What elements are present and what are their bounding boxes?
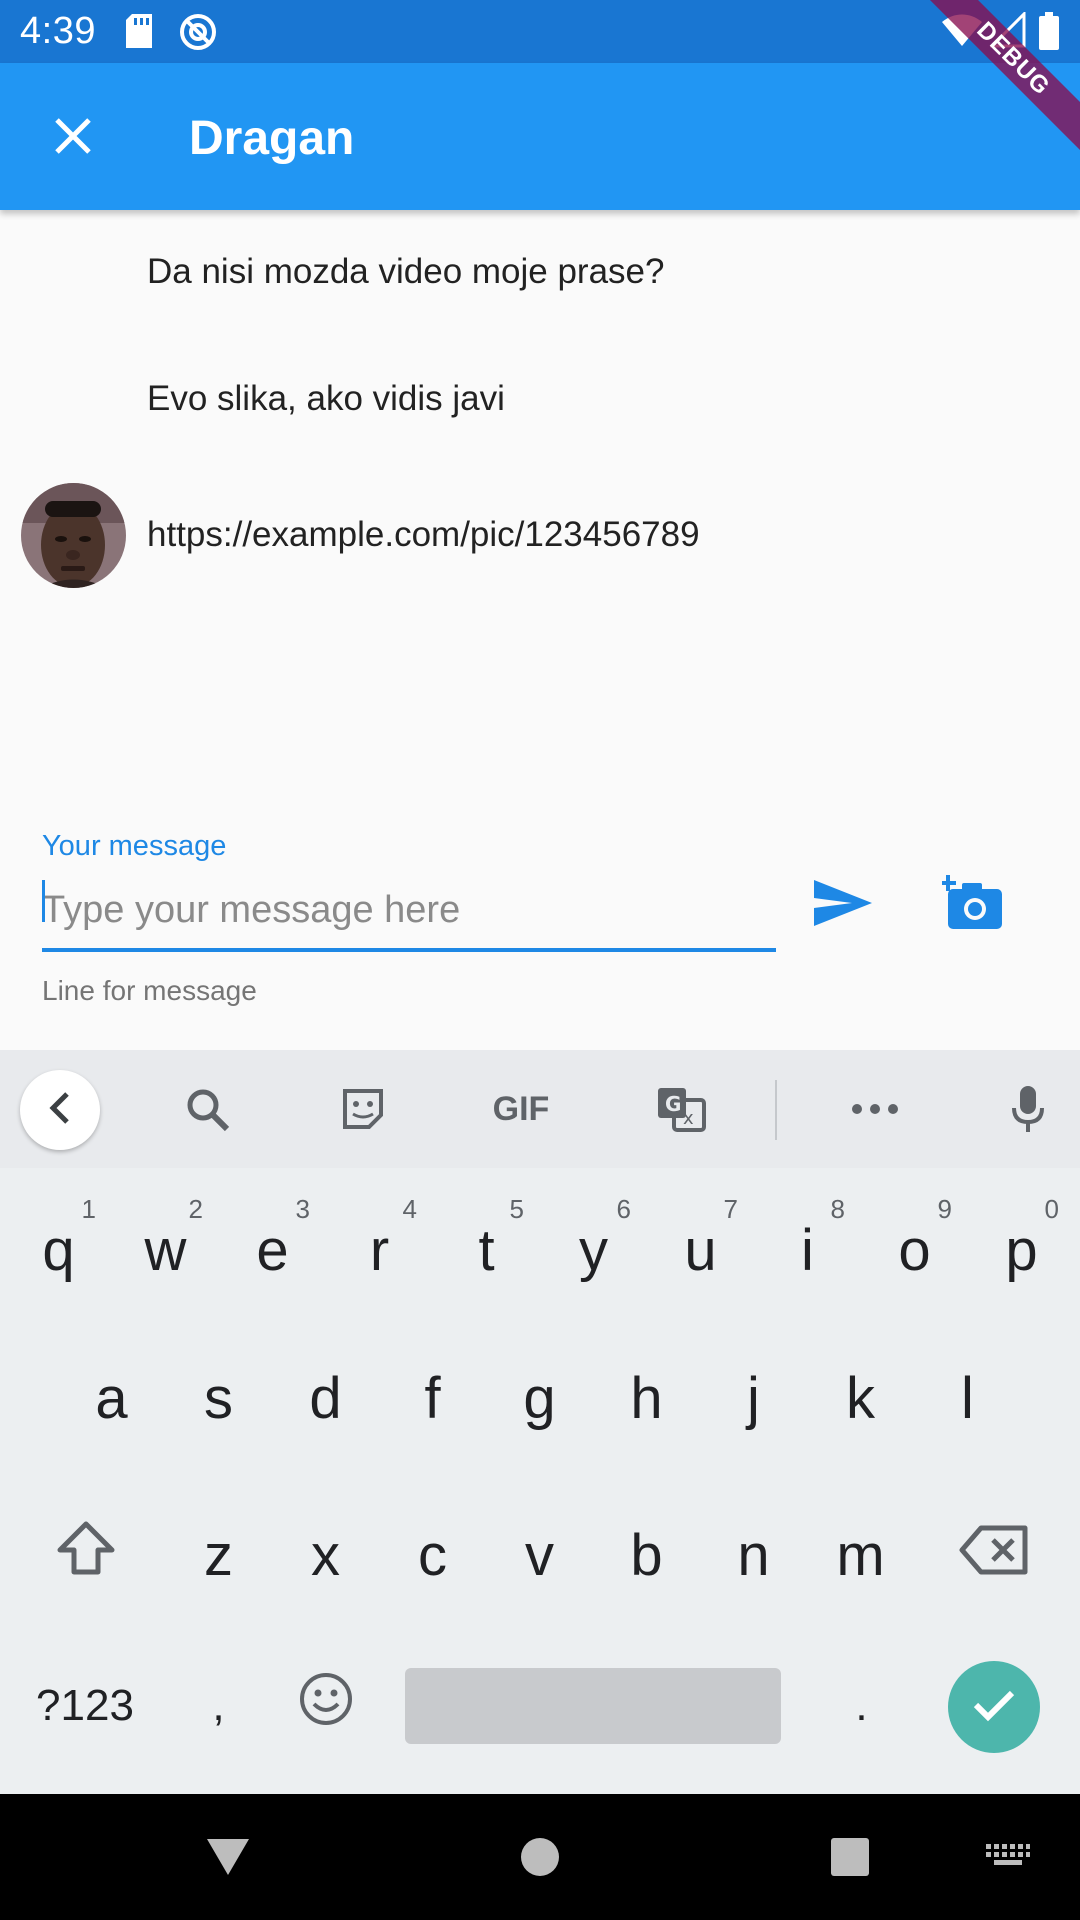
key-a[interactable]: a <box>58 1328 165 1468</box>
message-text: Evo slika, ako vidis javi <box>147 379 505 418</box>
shift-key[interactable] <box>32 1485 139 1625</box>
key-h[interactable]: h <box>593 1328 700 1468</box>
sticker-icon[interactable] <box>328 1074 398 1144</box>
enter-key[interactable] <box>948 1661 1040 1753</box>
back-triangle-icon <box>205 1837 251 1882</box>
keyboard-back-button[interactable] <box>20 1070 100 1150</box>
add-photo-button[interactable] <box>935 870 1010 940</box>
toolbar-divider <box>775 1080 777 1140</box>
check-icon <box>972 1688 1016 1727</box>
recents-square-icon <box>830 1837 870 1882</box>
backspace-icon <box>959 1522 1029 1589</box>
nav-home-button[interactable] <box>505 1824 575 1894</box>
backspace-key[interactable] <box>940 1485 1047 1625</box>
add-photo-icon <box>939 874 1004 936</box>
page-title: Dragan <box>189 112 355 165</box>
key-l[interactable]: l <box>914 1328 1021 1468</box>
close-button[interactable] <box>28 98 118 178</box>
more-icon[interactable] <box>840 1074 910 1144</box>
status-time: 4:39 <box>20 10 96 52</box>
key-n[interactable]: n <box>700 1485 807 1625</box>
symbols-key[interactable]: ?123 <box>20 1636 150 1776</box>
search-icon[interactable] <box>172 1074 242 1144</box>
key-r[interactable]: r4 <box>326 1180 433 1320</box>
message-input-label: Your message <box>42 830 227 862</box>
avatar[interactable] <box>21 483 126 588</box>
message-text: Da nisi mozda video moje prase? <box>147 252 665 291</box>
keyboard-switch-button[interactable] <box>973 1824 1043 1894</box>
navigation-bar <box>0 1794 1080 1920</box>
shift-icon <box>56 1520 116 1590</box>
key-g[interactable]: g <box>486 1328 593 1468</box>
key-q[interactable]: q1 <box>5 1180 112 1320</box>
text-caret <box>42 880 45 922</box>
nav-recents-button[interactable] <box>815 1824 885 1894</box>
key-s[interactable]: s <box>165 1328 272 1468</box>
close-icon <box>53 116 93 161</box>
svg-text:x: x <box>683 1108 694 1129</box>
key-c[interactable]: c <box>379 1485 486 1625</box>
home-circle-icon <box>520 1837 560 1882</box>
nav-back-button[interactable] <box>193 1824 263 1894</box>
key-e[interactable]: e3 <box>219 1180 326 1320</box>
signal-icon <box>988 10 1026 53</box>
space-key[interactable] <box>405 1668 781 1744</box>
period-key[interactable]: . <box>808 1636 915 1776</box>
status-bar: 4:39 <box>0 0 1080 63</box>
key-y[interactable]: y6 <box>540 1180 647 1320</box>
message-helper-text: Line for message <box>42 975 257 1006</box>
battery-icon <box>1038 12 1060 55</box>
send-icon <box>813 879 872 931</box>
gif-button[interactable]: GIF <box>486 1074 556 1144</box>
key-o[interactable]: o9 <box>861 1180 968 1320</box>
key-u[interactable]: u7 <box>647 1180 754 1320</box>
key-d[interactable]: d <box>272 1328 379 1468</box>
chevron-left-icon <box>47 1090 73 1131</box>
svg-text:G: G <box>665 1092 681 1116</box>
comma-key[interactable]: , <box>165 1636 272 1776</box>
message-link[interactable]: https://example.com/pic/123456789 <box>147 515 700 555</box>
key-v[interactable]: v <box>486 1485 593 1625</box>
key-p[interactable]: p0 <box>968 1180 1075 1320</box>
key-k[interactable]: k <box>807 1328 914 1468</box>
sd-card-icon <box>124 12 154 55</box>
keyboard-toolbar: GIF Gx <box>0 1050 1080 1168</box>
keyboard-switch-icon <box>986 1843 1030 1875</box>
key-z[interactable]: z <box>165 1485 272 1625</box>
at-sign-icon <box>178 12 218 57</box>
key-j[interactable]: j <box>700 1328 807 1468</box>
key-m[interactable]: m <box>807 1485 914 1625</box>
key-x[interactable]: x <box>272 1485 379 1625</box>
key-w[interactable]: w2 <box>112 1180 219 1320</box>
app-bar: Dragan <box>0 63 1080 210</box>
key-f[interactable]: f <box>379 1328 486 1468</box>
message-input[interactable] <box>42 872 776 952</box>
key-t[interactable]: t5 <box>433 1180 540 1320</box>
emoji-key[interactable] <box>272 1636 379 1776</box>
mic-icon[interactable] <box>993 1074 1063 1144</box>
key-b[interactable]: b <box>593 1485 700 1625</box>
key-i[interactable]: i8 <box>754 1180 861 1320</box>
wifi-icon <box>942 12 982 53</box>
translate-icon[interactable]: Gx <box>646 1074 716 1144</box>
emoji-icon <box>298 1671 354 1741</box>
send-button[interactable] <box>805 870 880 940</box>
